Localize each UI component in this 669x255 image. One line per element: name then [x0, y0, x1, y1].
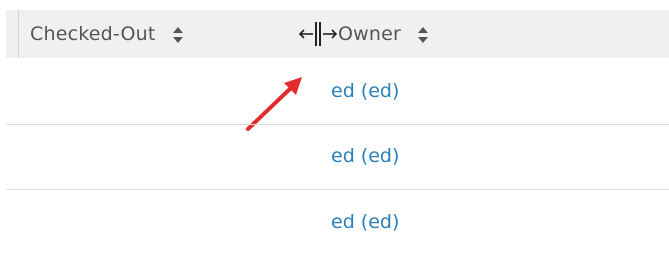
column-resize-cursor-icon[interactable]: [298, 22, 338, 46]
owner-link[interactable]: ed (ed): [331, 211, 399, 233]
table-row: ed (ed): [6, 125, 669, 189]
sort-icon[interactable]: [172, 26, 184, 44]
owner-link[interactable]: ed (ed): [331, 80, 399, 102]
table-row: ed (ed): [6, 60, 669, 124]
column-header-owner-label: Owner: [338, 23, 402, 45]
sort-icon[interactable]: [417, 26, 429, 44]
column-header-checked-out-label: Checked-Out: [30, 23, 156, 45]
grid-table: Checked-Out Owner ed (ed) ed (ed) ed (ed…: [0, 0, 669, 255]
column-header-checked-out[interactable]: Checked-Out: [30, 10, 184, 58]
table-row: ed (ed): [6, 190, 669, 254]
column-header-owner[interactable]: Owner: [338, 10, 429, 58]
header-divider: [18, 10, 19, 58]
owner-link[interactable]: ed (ed): [331, 145, 399, 167]
